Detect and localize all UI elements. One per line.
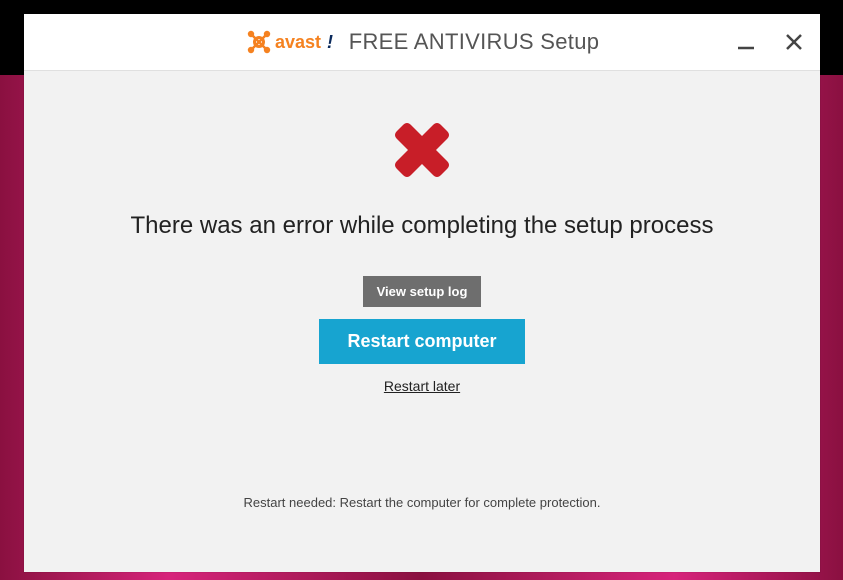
setup-window: avast ! FREE ANTIVIRUS Setup <box>24 14 820 572</box>
svg-text:!: ! <box>327 32 333 52</box>
svg-text:avast: avast <box>275 32 321 52</box>
window-controls <box>728 14 812 70</box>
footer-note: Restart needed: Restart the computer for… <box>24 495 820 510</box>
avast-logo-icon: avast ! <box>245 25 341 59</box>
desktop-background: avast ! FREE ANTIVIRUS Setup <box>0 0 843 580</box>
minimize-button[interactable] <box>728 24 764 60</box>
error-x-icon <box>385 113 459 192</box>
close-button[interactable] <box>776 24 812 60</box>
window-title: FREE ANTIVIRUS Setup <box>349 29 600 55</box>
brand-block: avast ! FREE ANTIVIRUS Setup <box>245 25 600 59</box>
titlebar: avast ! FREE ANTIVIRUS Setup <box>24 14 820 71</box>
close-icon <box>783 31 805 53</box>
main-content: There was an error while completing the … <box>24 71 820 394</box>
error-heading: There was an error while completing the … <box>131 212 714 240</box>
restart-later-link[interactable]: Restart later <box>384 378 460 394</box>
view-setup-log-button[interactable]: View setup log <box>363 276 482 307</box>
minimize-icon <box>735 31 757 53</box>
restart-computer-button[interactable]: Restart computer <box>319 319 524 364</box>
